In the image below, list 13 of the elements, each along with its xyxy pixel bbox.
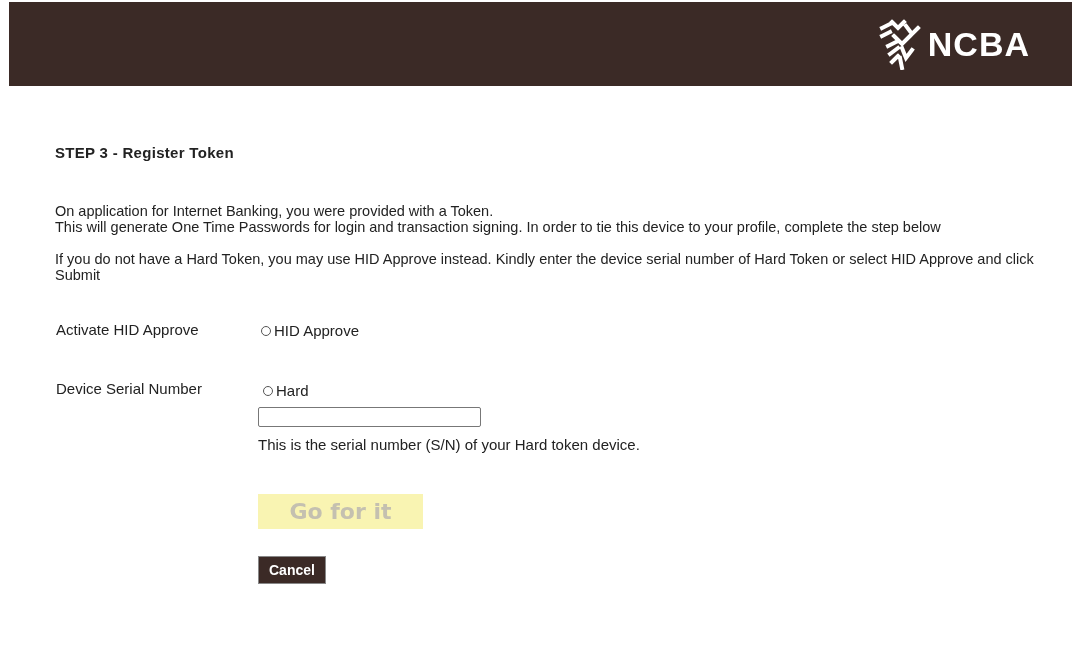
- logo-text: NCBA: [927, 24, 1030, 64]
- hint-text: This is the serial number (S/N) of your Hard token device.: [258, 436, 640, 454]
- logo-icon: [877, 18, 922, 70]
- field-label: Activate HID Approve: [56, 320, 200, 340]
- cancel-button[interactable]: Cancel: [258, 556, 326, 584]
- instruction-text: On application for Internet Banking, you were provided with a Token.: [55, 203, 495, 219]
- serial-number-field[interactable]: [258, 407, 481, 427]
- radio-option[interactable]: Hard: [263, 381, 309, 401]
- instruction-text: If you do not have a Hard Token, you may use HID Approve instead. Kindly enter the device serial number of Hard Token or select HID Approve and click Submit: [55, 251, 1035, 283]
- instruction-text: This will generate One Time Passwords for login and transaction signing. In order to tie this device to your profile, complete the step below: [55, 219, 942, 235]
- radio-option[interactable]: HID Approve: [261, 321, 360, 341]
- field-label: Device Serial Number: [56, 379, 203, 399]
- step-title: STEP 3 - Register Token: [55, 144, 235, 161]
